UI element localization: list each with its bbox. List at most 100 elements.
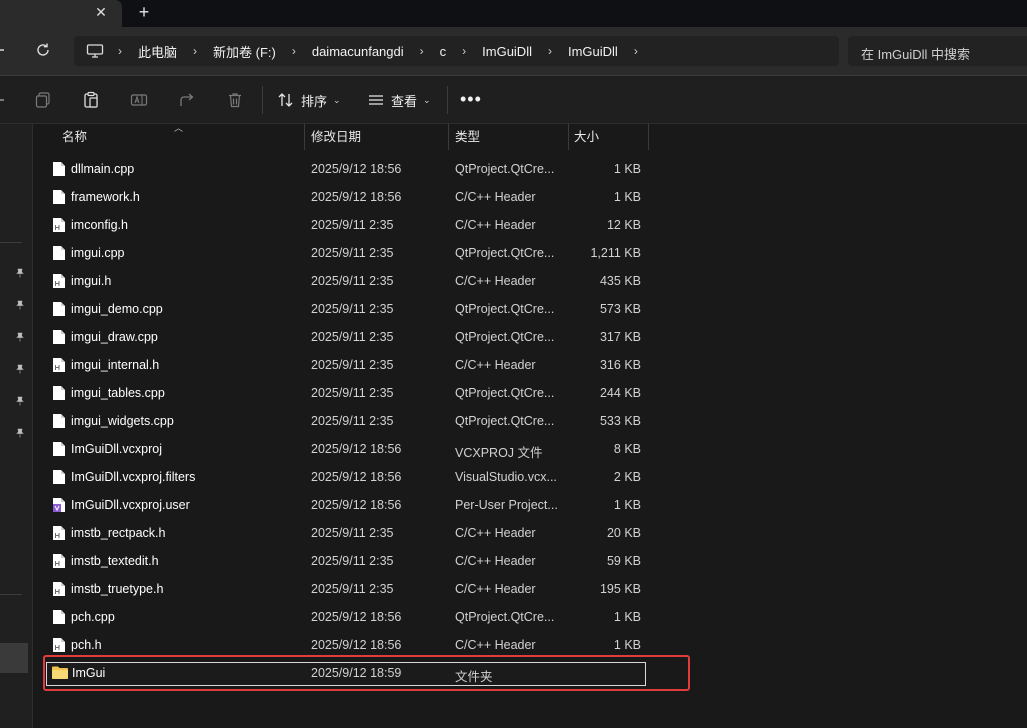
rename-icon[interactable]: [130, 91, 148, 109]
refresh-icon[interactable]: [34, 41, 52, 59]
file-row[interactable]: imgui.h 2025/9/11 2:35 C/C++ Header 435 KB: [46, 267, 646, 295]
delete-icon[interactable]: [226, 91, 244, 109]
file-size: 317 KB: [599, 330, 641, 344]
close-tab-icon[interactable]: ✕: [92, 3, 110, 21]
file-date: 2025/9/12 18:56: [311, 162, 402, 176]
file-row[interactable]: imgui_widgets.cpp 2025/9/11 2:35 QtProject…: [46, 407, 646, 435]
breadcrumb-separator-icon[interactable]: ›: [626, 44, 646, 58]
column-divider[interactable]: [568, 124, 569, 150]
file-row[interactable]: ImGuiDll.vcxproj 2025/9/12 18:56 VCXPROJ 文…: [46, 435, 646, 463]
breadcrumb-item[interactable]: ImGuiDll: [474, 44, 540, 59]
file-date: 2025/9/11 2:35: [311, 526, 394, 540]
file-size: 573 KB: [599, 302, 641, 316]
copy-icon[interactable]: [34, 91, 52, 109]
active-tab[interactable]: ✕: [0, 0, 122, 27]
column-divider[interactable]: [304, 124, 305, 150]
file-row[interactable]: imstb_truetype.h 2025/9/11 2:35 C/C++ Head…: [46, 575, 646, 603]
file-size: 2 KB: [613, 470, 641, 484]
breadcrumb-separator-icon[interactable]: ›: [540, 44, 560, 58]
file-row[interactable]: ImGuiDll.vcxproj.filters 2025/9/12 18:56 V…: [46, 463, 646, 491]
column-divider[interactable]: [448, 124, 449, 150]
breadcrumb[interactable]: › 此电脑 › 新加卷 (F:) › daimacunfangdi › c › ImGuiDll ›…: [74, 36, 839, 66]
file-size: 533 KB: [599, 414, 641, 428]
file-type: QtProject.QtCre...: [455, 162, 555, 176]
file-type: C/C++ Header: [455, 358, 536, 372]
header-file-icon: [53, 274, 65, 288]
column-divider[interactable]: [648, 124, 649, 150]
computer-icon[interactable]: [86, 44, 104, 58]
pin-icon[interactable]: [15, 428, 25, 438]
file-type: QtProject.QtCre...: [455, 610, 555, 624]
pin-icon[interactable]: [15, 300, 25, 310]
nav-item-selected[interactable]: [0, 643, 28, 673]
column-header-name[interactable]: 名称: [62, 124, 87, 150]
file-row[interactable]: pch.cpp 2025/9/12 18:56 QtProject.QtCre...…: [46, 603, 646, 631]
file-date: 2025/9/11 2:35: [311, 246, 394, 260]
file-name: imgui_widgets.cpp: [71, 414, 174, 428]
share-icon[interactable]: [178, 91, 196, 109]
file-row[interactable]: imstb_rectpack.h 2025/9/11 2:35 C/C++ Head…: [46, 519, 646, 547]
sort-label: 排序: [301, 93, 328, 109]
header-file-icon: [53, 218, 65, 232]
pin-icon[interactable]: [15, 364, 25, 374]
pin-icon[interactable]: [15, 332, 25, 342]
file-name: pch.cpp: [71, 610, 115, 624]
file-row[interactable]: imstb_textedit.h 2025/9/11 2:35 C/C++ Head…: [46, 547, 646, 575]
file-row[interactable]: framework.h 2025/9/12 18:56 C/C++ Header 1 …: [46, 183, 646, 211]
breadcrumb-separator-icon[interactable]: ›: [284, 44, 304, 58]
column-header-date[interactable]: 修改日期: [311, 124, 361, 150]
new-tab-icon[interactable]: +: [134, 2, 154, 22]
file-row[interactable]: imgui_demo.cpp 2025/9/11 2:35 QtProject.Qt…: [46, 295, 646, 323]
breadcrumb-separator-icon[interactable]: ›: [185, 44, 205, 58]
breadcrumb-item[interactable]: 新加卷 (F:): [205, 42, 284, 61]
file-date: 2025/9/11 2:35: [311, 218, 394, 232]
file-icon: [53, 330, 65, 344]
file-name: imgui_demo.cpp: [71, 302, 163, 316]
column-header-type[interactable]: 类型: [455, 124, 480, 150]
file-type: QtProject.QtCre...: [455, 414, 555, 428]
tab-strip: ✕ +: [0, 0, 1027, 27]
file-type: QtProject.QtCre...: [455, 246, 555, 260]
file-size: 1,211 KB: [590, 246, 641, 260]
address-bar-area: › 此电脑 › 新加卷 (F:) › daimacunfangdi › c › ImGuiDll ›…: [0, 27, 1027, 76]
file-date: 2025/9/11 2:35: [311, 554, 394, 568]
file-row[interactable]: imgui.cpp 2025/9/11 2:35 QtProject.QtCre..…: [46, 239, 646, 267]
pin-icon[interactable]: [15, 396, 25, 406]
search-input[interactable]: 在 ImGuiDll 中搜索: [848, 36, 1027, 66]
breadcrumb-item[interactable]: daimacunfangdi: [304, 44, 412, 59]
file-row[interactable]: imgui_internal.h 2025/9/11 2:35 C/C++ Head…: [46, 351, 646, 379]
file-name: imgui_internal.h: [71, 358, 160, 372]
search-placeholder: 在 ImGuiDll 中搜索: [861, 47, 971, 62]
column-header-size[interactable]: 大小: [574, 124, 599, 150]
breadcrumb-separator-icon[interactable]: ›: [412, 44, 432, 58]
breadcrumb-item[interactable]: 此电脑: [130, 42, 185, 61]
file-type: VCXPROJ 文件: [455, 446, 543, 460]
file-date: 2025/9/11 2:35: [311, 414, 394, 428]
breadcrumb-item[interactable]: c: [432, 44, 455, 59]
file-row[interactable]: imconfig.h 2025/9/11 2:35 C/C++ Header 12 K…: [46, 211, 646, 239]
cut-icon[interactable]: [0, 99, 4, 101]
file-row[interactable]: imgui_tables.cpp 2025/9/11 2:35 QtProject.…: [46, 379, 646, 407]
file-name: dllmain.cpp: [71, 162, 135, 176]
file-name: ImGuiDll.vcxproj.filters: [71, 470, 196, 484]
pin-icon[interactable]: [15, 268, 25, 278]
paste-icon[interactable]: [82, 91, 100, 109]
header-file-icon: [53, 526, 65, 540]
view-button[interactable]: 查看 ⌄: [367, 88, 431, 112]
sort-ascending-icon: ︿: [174, 123, 184, 133]
breadcrumb-item[interactable]: ImGuiDll: [560, 44, 626, 59]
breadcrumb-separator-icon[interactable]: ›: [110, 44, 130, 58]
more-options-icon[interactable]: •••: [460, 90, 482, 108]
file-row[interactable]: dllmain.cpp 2025/9/12 18:56 QtProject.QtCr…: [46, 155, 646, 183]
file-icon: [53, 610, 65, 624]
sort-button[interactable]: 排序 ⌄: [277, 88, 341, 112]
back-icon[interactable]: [0, 49, 4, 51]
file-date: 2025/9/12 18:56: [311, 190, 402, 204]
file-row[interactable]: imgui_draw.cpp 2025/9/11 2:35 QtProject.Qt…: [46, 323, 646, 351]
file-size: 1 KB: [613, 162, 641, 176]
file-name: imstb_truetype.h: [71, 582, 164, 596]
file-row[interactable]: ImGuiDll.vcxproj.user 2025/9/12 18:56 Per-…: [46, 491, 646, 519]
file-type: VisualStudio.vcx...: [455, 470, 557, 484]
command-bar: 排序 ⌄ 查看 ⌄ •••: [0, 76, 1027, 124]
breadcrumb-separator-icon[interactable]: ›: [454, 44, 474, 58]
